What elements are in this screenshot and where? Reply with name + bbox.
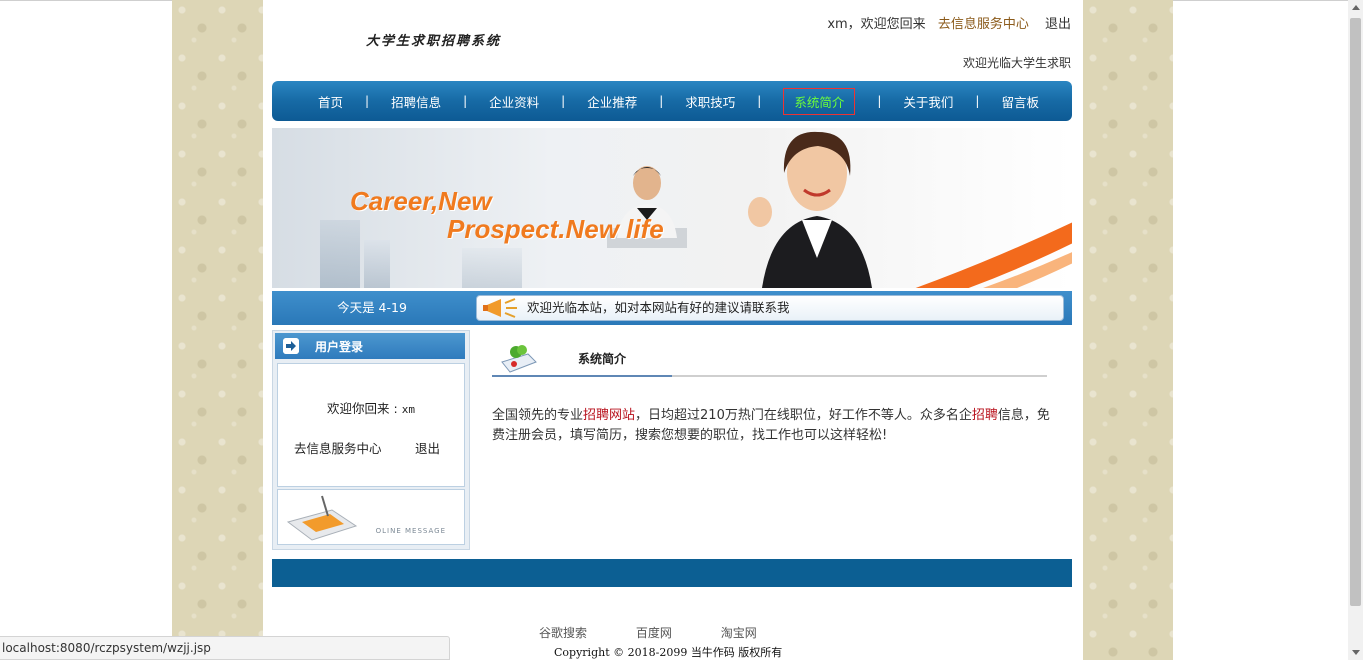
page-background-left bbox=[172, 0, 263, 660]
scrollbar-thumb[interactable] bbox=[1350, 18, 1361, 606]
nav-separator: | bbox=[975, 94, 980, 108]
footer-link-baidu[interactable]: 百度网 bbox=[636, 626, 672, 640]
message-pad-icon bbox=[286, 495, 358, 541]
message-caption: OLINE MESSAGE bbox=[375, 527, 446, 535]
info-bar: 今天是 4-19 欢迎光临本站，如对本网站有好的建议请联系我 bbox=[272, 291, 1072, 325]
section-divider bbox=[672, 375, 1047, 377]
banner-building bbox=[364, 240, 390, 288]
intro-text: ，日均超过210万热门在线职位，好工作不等人。众多名企 bbox=[635, 408, 972, 423]
page-container: 大学生求职招聘系统 xm，欢迎您回来 去信息服务中心 退出 欢迎光临大学生求职 … bbox=[263, 0, 1083, 660]
hero-banner: Career,New Prospect.New life bbox=[272, 128, 1072, 288]
notice-box: 欢迎光临本站，如对本网站有好的建议请联系我 bbox=[476, 295, 1064, 321]
copyright: Copyright © 2018-2099 当牛作码 版权所有 bbox=[554, 646, 783, 659]
browser-status-url: localhost:8080/rczpsystem/wzjj.jsp bbox=[0, 636, 450, 660]
intro-text: 全国领先的专业 bbox=[492, 408, 584, 423]
nav-item-about[interactable]: 关于我们 bbox=[903, 92, 953, 111]
sidebar-logout-link[interactable]: 退出 bbox=[415, 438, 440, 457]
banner-woman-image bbox=[748, 131, 872, 288]
footer-link-taobao[interactable]: 淘宝网 bbox=[721, 626, 757, 640]
site-logo[interactable]: 大学生求职招聘系统 bbox=[366, 30, 501, 49]
nav-separator: | bbox=[561, 94, 566, 108]
username: xm bbox=[401, 403, 415, 416]
sidebar-title: 用户登录 bbox=[315, 340, 364, 354]
user-greeting: xm，欢迎您回来 bbox=[827, 17, 926, 32]
banner-building bbox=[320, 220, 360, 288]
welcome-label: 欢迎你回来 : bbox=[327, 401, 402, 416]
footer-bar bbox=[272, 559, 1072, 587]
online-message-box[interactable]: OLINE MESSAGE bbox=[277, 489, 465, 545]
nav-item-recommended[interactable]: 企业推荐 bbox=[587, 92, 637, 111]
login-sidebar: 用户登录 欢迎你回来 : xm 去信息服务中心 退出 OLINE MESSAGE bbox=[272, 330, 470, 550]
salad-bowl-icon bbox=[501, 345, 537, 373]
footer-link-google[interactable]: 谷歌搜索 bbox=[539, 626, 587, 640]
nav-item-jobs[interactable]: 招聘信息 bbox=[391, 92, 441, 111]
main-nav: 首页 | 招聘信息 | 企业资料 | 企业推荐 | 求职技巧 | 系统简介 | … bbox=[272, 81, 1072, 121]
nav-separator: | bbox=[659, 94, 664, 108]
nav-item-guestbook[interactable]: 留言板 bbox=[1001, 92, 1039, 111]
nav-item-system-intro[interactable]: 系统简介 bbox=[783, 87, 856, 115]
footer-links: 谷歌搜索 百度网 淘宝网 bbox=[539, 624, 802, 641]
vertical-scrollbar[interactable] bbox=[1348, 0, 1363, 660]
sidebar-service-link[interactable]: 去信息服务中心 bbox=[294, 438, 382, 457]
scroll-up-arrow-icon[interactable] bbox=[1352, 5, 1360, 10]
scrolling-welcome-text: 欢迎光临大学生求职 bbox=[962, 56, 1071, 70]
arrow-right-icon bbox=[283, 338, 299, 354]
nav-separator: | bbox=[757, 94, 762, 108]
section-header: 系统简介 bbox=[492, 340, 1047, 378]
logout-link[interactable]: 退出 bbox=[1045, 17, 1071, 32]
notice-text: 欢迎光临本站，如对本网站有好的建议请联系我 bbox=[527, 300, 790, 315]
scroll-down-arrow-icon[interactable] bbox=[1352, 650, 1360, 655]
service-center-link[interactable]: 去信息服务中心 bbox=[938, 17, 1029, 32]
nav-item-tips[interactable]: 求职技巧 bbox=[685, 92, 735, 111]
nav-separator: | bbox=[877, 94, 882, 108]
section-divider bbox=[492, 375, 672, 377]
sidebar-header: 用户登录 bbox=[275, 333, 465, 359]
nav-item-companies[interactable]: 企业资料 bbox=[489, 92, 539, 111]
today-date: 今天是 4-19 bbox=[337, 300, 407, 315]
nav-separator: | bbox=[365, 94, 370, 108]
intro-highlight: 招聘网站 bbox=[583, 408, 636, 423]
banner-line-2: Prospect.New life bbox=[447, 214, 664, 244]
nav-separator: | bbox=[463, 94, 468, 108]
megaphone-icon bbox=[483, 298, 517, 318]
banner-building bbox=[462, 248, 522, 288]
top-user-links: xm，欢迎您回来 去信息服务中心 退出 bbox=[821, 13, 1071, 32]
login-status-box: 欢迎你回来 : xm 去信息服务中心 退出 bbox=[277, 363, 465, 487]
section-title: 系统简介 bbox=[578, 352, 627, 366]
nav-item-home[interactable]: 首页 bbox=[318, 92, 343, 111]
intro-highlight: 招聘 bbox=[971, 408, 998, 423]
page-background-right bbox=[1083, 0, 1173, 660]
welcome-line: 欢迎你回来 : xm bbox=[278, 398, 464, 417]
banner-line-1: Career,New bbox=[350, 186, 492, 216]
system-intro-text: 全国领先的专业招聘网站，日均超过210万热门在线职位，好工作不等人。众多名企招聘… bbox=[492, 406, 1057, 446]
